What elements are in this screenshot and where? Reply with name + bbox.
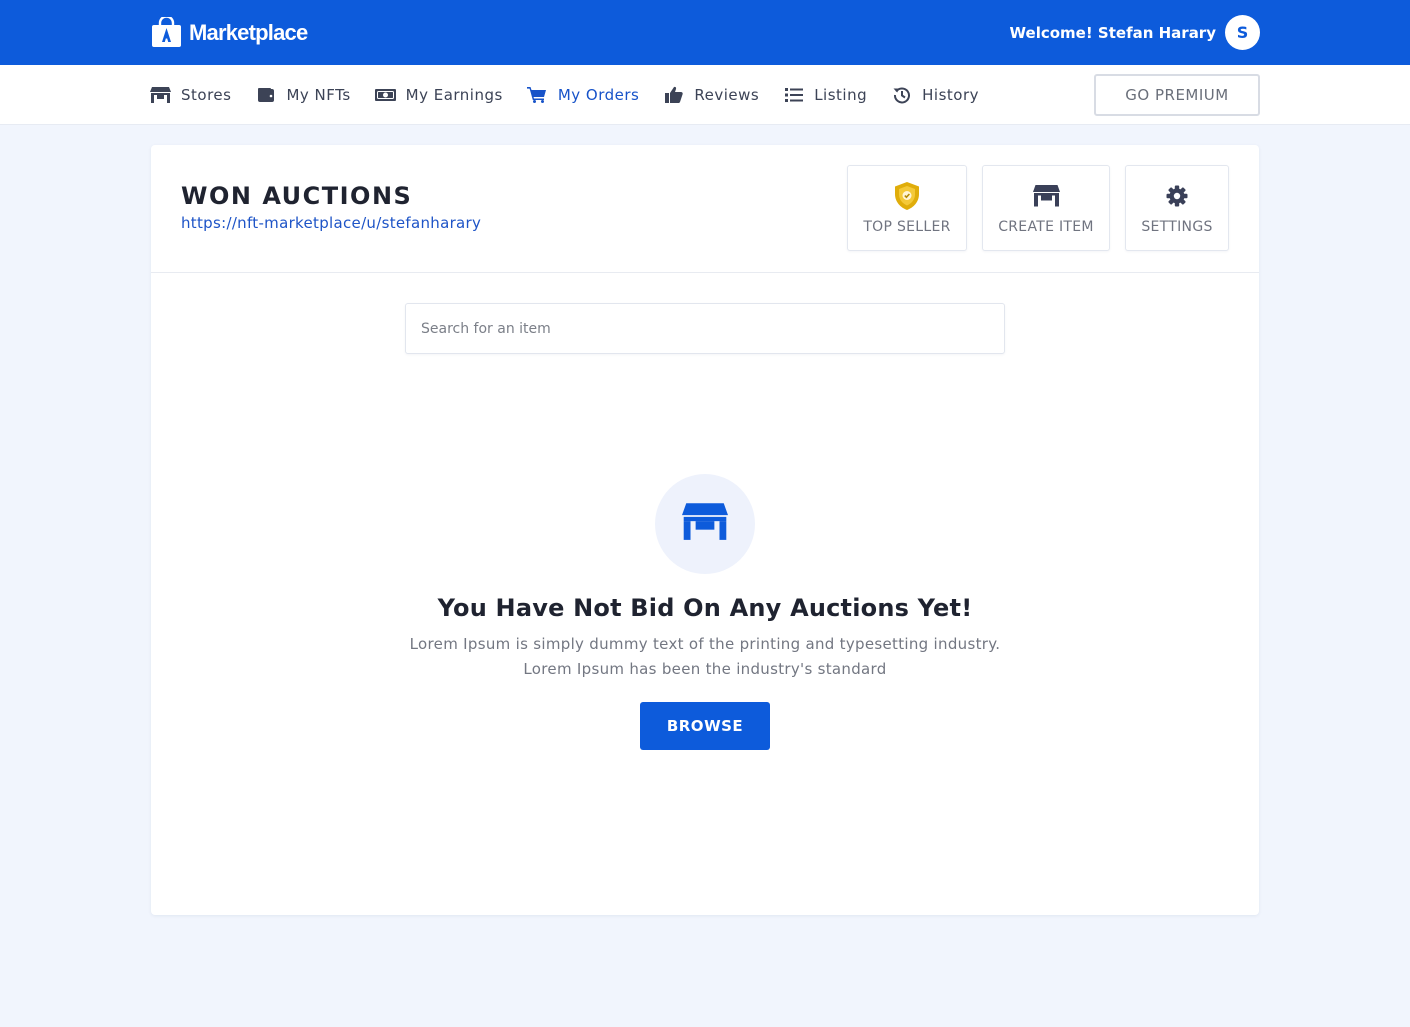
nav-item-label: History <box>922 85 979 104</box>
nav-item-label: Stores <box>181 85 232 104</box>
money-bill-icon <box>374 86 396 104</box>
settings-button[interactable]: SETTINGS <box>1125 165 1229 251</box>
create-item-button[interactable]: CREATE ITEM <box>982 165 1110 251</box>
card-header: WON AUCTIONS https://nft-marketplace/u/s… <box>151 145 1259 273</box>
nav-item-my-earnings[interactable]: My Earnings <box>374 85 503 104</box>
browse-button[interactable]: BROWSE <box>640 702 770 750</box>
user-menu[interactable]: Welcome! Stefan Harary S <box>1010 15 1260 50</box>
empty-state-description: Lorem Ipsum is simply dummy text of the … <box>410 632 1001 682</box>
nav-item-reviews[interactable]: Reviews <box>663 86 759 104</box>
nav-item-label: Listing <box>814 85 868 104</box>
empty-state: You Have Not Bid On Any Auctions Yet! Lo… <box>151 474 1259 750</box>
gear-icon <box>1166 182 1188 210</box>
empty-state-description-line-2: Lorem Ipsum has been the industry's stan… <box>523 660 887 678</box>
empty-state-title: You Have Not Bid On Any Auctions Yet! <box>437 594 973 622</box>
brand[interactable]: Marketplace <box>150 17 308 48</box>
avatar[interactable]: S <box>1225 15 1260 50</box>
empty-state-icon-circle <box>655 474 755 574</box>
thumbs-up-icon <box>663 86 684 104</box>
search-box <box>405 303 1005 354</box>
nav-item-label: Reviews <box>694 85 760 104</box>
action-buttons: TOP SELLER CREATE ITEM SETTINGS <box>847 165 1229 251</box>
history-icon <box>891 86 912 104</box>
nav-item-label: My NFTs <box>286 85 351 104</box>
store-icon <box>682 503 728 545</box>
wallet-icon <box>255 86 276 104</box>
brand-name: Marketplace <box>189 19 308 45</box>
create-item-label: CREATE ITEM <box>998 218 1094 235</box>
marketplace-logo-icon <box>150 17 183 48</box>
go-premium-button[interactable]: GO PREMIUM <box>1094 73 1260 116</box>
top-seller-button[interactable]: TOP SELLER <box>847 165 967 251</box>
top-seller-label: TOP SELLER <box>863 218 951 235</box>
nav-item-stores[interactable]: Stores <box>150 86 231 104</box>
search-input[interactable] <box>405 303 1005 354</box>
settings-label: SETTINGS <box>1141 218 1213 235</box>
store-icon <box>1032 182 1060 210</box>
main-card: WON AUCTIONS https://nft-marketplace/u/s… <box>151 145 1259 915</box>
top-bar: Marketplace Welcome! Stefan Harary S <box>0 0 1410 65</box>
shield-check-icon <box>894 181 920 210</box>
empty-state-description-line-1: Lorem Ipsum is simply dummy text of the … <box>409 635 1001 653</box>
main-nav: Stores My NFTs My Earnings My Orders Rev… <box>0 65 1410 125</box>
nav-item-listing[interactable]: Listing <box>783 86 867 104</box>
nav-item-history[interactable]: History <box>891 86 979 104</box>
nav-item-my-orders[interactable]: My Orders <box>527 86 640 104</box>
nav-item-label: My Earnings <box>405 85 503 104</box>
profile-url-link[interactable]: https://nft-marketplace/u/stefanharary <box>181 214 481 232</box>
nav-item-label: My Orders <box>557 85 640 104</box>
store-icon <box>150 86 171 104</box>
cart-icon <box>527 86 548 104</box>
page-title: WON AUCTIONS <box>181 182 413 210</box>
welcome-text: Welcome! Stefan Harary <box>1009 23 1216 42</box>
nav-items: Stores My NFTs My Earnings My Orders Rev… <box>150 86 1003 104</box>
list-icon <box>783 86 804 104</box>
nav-item-my-nfts[interactable]: My NFTs <box>255 86 350 104</box>
